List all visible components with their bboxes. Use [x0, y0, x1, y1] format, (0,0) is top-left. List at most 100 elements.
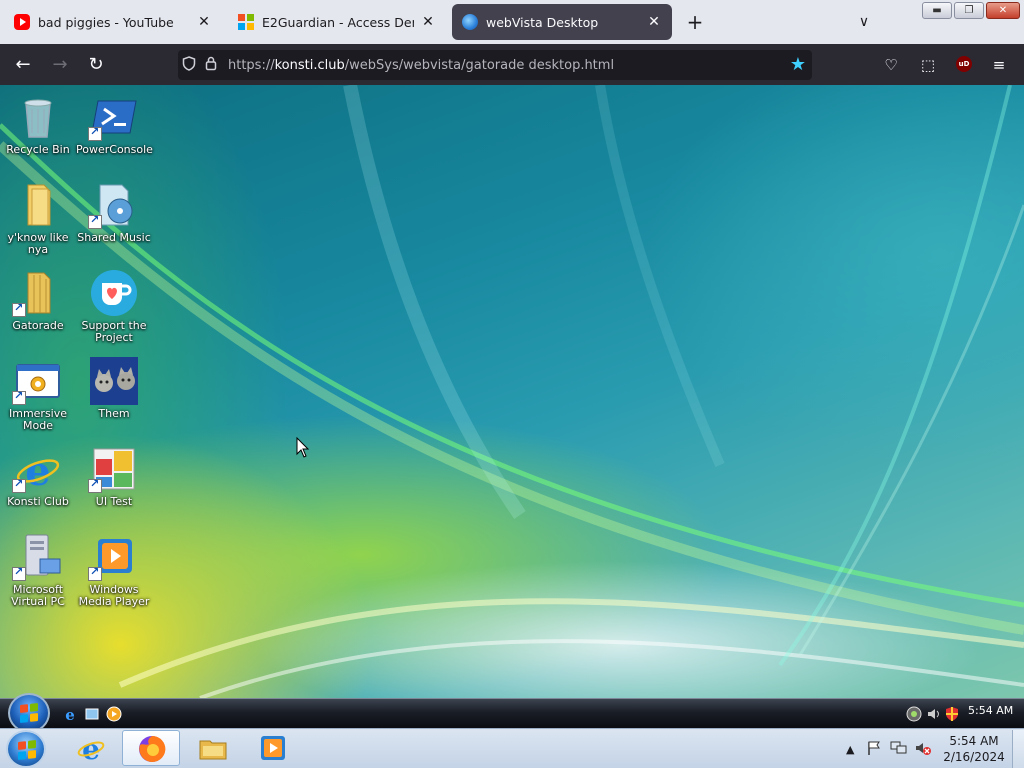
- icon-label: Recycle Bin: [6, 143, 70, 156]
- shortcut-arrow-icon: [88, 477, 102, 493]
- lock-icon[interactable]: [200, 56, 222, 75]
- cats-icon: [90, 357, 138, 405]
- icon-label: Gatorade: [12, 319, 64, 332]
- network-icon[interactable]: [890, 740, 908, 756]
- powershell-icon: [88, 93, 138, 141]
- close-window-button[interactable]: ✕: [986, 2, 1020, 19]
- tray-network-icon[interactable]: [906, 706, 922, 722]
- reload-button[interactable]: ↻: [83, 52, 109, 78]
- start-button[interactable]: [6, 730, 46, 768]
- desktop-icon-konsti-club[interactable]: e Konsti Club: [0, 445, 76, 508]
- minimize-button[interactable]: ▬: [922, 2, 952, 19]
- folder-icon: [199, 740, 227, 760]
- bookmark-star-icon[interactable]: ★: [790, 54, 806, 75]
- volume-muted-icon[interactable]: [914, 740, 932, 756]
- close-tab-icon[interactable]: ✕: [196, 14, 212, 30]
- shield-icon[interactable]: [178, 55, 200, 75]
- list-all-tabs-button[interactable]: ∨: [852, 8, 876, 36]
- forward-button[interactable]: →: [47, 52, 73, 78]
- menu-icon[interactable]: ≡: [988, 54, 1010, 76]
- desktop-icon-support-the-project[interactable]: Support the Project: [76, 269, 152, 344]
- vista-start-button[interactable]: [8, 693, 50, 733]
- icon-label: Windows Media Player: [78, 583, 150, 608]
- wallpaper-streaks: [0, 85, 1024, 698]
- tab-title: E2Guardian - Access Denied: [262, 14, 414, 30]
- action-center-flag-icon[interactable]: [866, 740, 882, 756]
- ublock-origin-icon[interactable]: uD: [956, 56, 972, 72]
- shortcut-arrow-icon: [12, 301, 26, 317]
- youtube-icon: [14, 14, 30, 30]
- taskbar-clock[interactable]: 5:54 AM 2/16/2024: [938, 733, 1010, 765]
- desktop-icon-immersive-mode[interactable]: Immersive Mode: [0, 357, 76, 432]
- icon-label: y'know like nya: [7, 231, 69, 256]
- icon-label: PowerConsole: [76, 143, 153, 156]
- recycle-bin-icon: [14, 93, 62, 141]
- taskbar-internet-explorer[interactable]: e: [62, 730, 120, 766]
- url-bar[interactable]: https://konsti.club/webSys/webvista/gato…: [178, 50, 812, 80]
- navigation-toolbar: ← → ↻ https://konsti.club/webSys/webvist…: [0, 44, 1024, 85]
- new-tab-button[interactable]: +: [682, 8, 708, 36]
- shortcut-arrow-icon: [88, 125, 102, 141]
- svg-text:e: e: [25, 448, 50, 493]
- shortcut-arrow-icon: [12, 565, 26, 581]
- taskbar-media-player[interactable]: [244, 730, 302, 766]
- close-tab-icon[interactable]: ✕: [646, 14, 662, 30]
- restore-button[interactable]: ❐: [954, 2, 984, 19]
- media-player-icon: [261, 736, 285, 760]
- ui-test-icon: [88, 445, 138, 493]
- url-text[interactable]: https://konsti.club/webSys/webvista/gato…: [228, 58, 614, 73]
- media-player-icon: [88, 533, 138, 581]
- tray-security-shield-icon[interactable]: [944, 706, 960, 722]
- clock-date: 2/16/2024: [943, 750, 1005, 764]
- icon-label: UI Test: [95, 495, 133, 508]
- tab-strip: bad piggies - YouTube ✕ E2Guardian - Acc…: [0, 0, 1024, 44]
- quicklaunch-ie-icon[interactable]: e: [62, 706, 78, 722]
- firefox-icon: [139, 735, 166, 762]
- show-hidden-icons-button[interactable]: ▲: [846, 743, 854, 756]
- tray-volume-icon[interactable]: [926, 706, 942, 722]
- tab-webvista[interactable]: webVista Desktop ✕: [452, 4, 672, 40]
- taskbar-file-explorer[interactable]: [184, 730, 242, 766]
- internet-explorer-icon: e: [77, 733, 105, 763]
- desktop-icon-gatorade[interactable]: Gatorade: [0, 269, 76, 332]
- show-desktop-button[interactable]: [1012, 730, 1024, 768]
- tab-youtube[interactable]: bad piggies - YouTube ✕: [4, 4, 222, 40]
- internet-explorer-icon: e: [12, 445, 62, 495]
- desktop-icon-powerconsole[interactable]: PowerConsole: [76, 93, 153, 156]
- icon-label: Immersive Mode: [8, 407, 68, 432]
- clock-time: 5:54 AM: [949, 734, 999, 748]
- microsoft-icon: [238, 14, 254, 30]
- back-button[interactable]: ←: [10, 52, 36, 78]
- pocket-icon[interactable]: ♡: [880, 54, 902, 76]
- desktop-icon-ui-test[interactable]: UI Test: [76, 445, 152, 508]
- vista-icon: [462, 14, 478, 30]
- desktop-icon-microsoft-virtual-pc[interactable]: Microsoft Virtual PC: [0, 533, 76, 608]
- close-tab-icon[interactable]: ✕: [420, 14, 436, 30]
- shortcut-arrow-icon: [88, 213, 102, 229]
- virtual-pc-icon: [12, 533, 62, 581]
- url-path: /webSys/webvista/gatorade desktop.html: [344, 57, 615, 73]
- svg-text:e: e: [65, 706, 75, 722]
- icon-label: Microsoft Virtual PC: [11, 583, 65, 608]
- tab-e2guardian[interactable]: E2Guardian - Access Denied ✕: [228, 4, 446, 40]
- quicklaunch-media-player-icon[interactable]: [106, 706, 122, 722]
- icon-label: Support the Project: [81, 319, 147, 344]
- tab-title: bad piggies - YouTube: [38, 14, 174, 30]
- window-controls: ▬ ❐ ✕: [922, 2, 1020, 19]
- icon-label: Shared Music: [77, 231, 151, 244]
- folder-icon: [12, 269, 62, 317]
- desktop-icon-them[interactable]: Them: [76, 357, 152, 420]
- desktop-icon-shared-music[interactable]: Shared Music: [76, 181, 152, 244]
- desktop-icon-yknow-like-nya[interactable]: y'know like nya: [0, 181, 76, 256]
- taskbar-firefox[interactable]: [122, 730, 180, 766]
- extensions-icon[interactable]: ⬚: [917, 54, 939, 76]
- url-prefix: https://: [228, 57, 275, 73]
- folder-icon: [14, 181, 62, 229]
- windows-logo-icon: [18, 740, 36, 760]
- quicklaunch-show-desktop-icon[interactable]: [84, 706, 100, 722]
- vista-desktop[interactable]: Recycle Bin y'know like nya Gatorade Imm…: [0, 85, 1024, 698]
- vista-clock[interactable]: 5:54 AM: [968, 704, 1013, 717]
- tab-title: webVista Desktop: [486, 14, 599, 30]
- desktop-icon-windows-media-player[interactable]: Windows Media Player: [76, 533, 152, 608]
- desktop-icon-recycle-bin[interactable]: Recycle Bin: [0, 93, 76, 156]
